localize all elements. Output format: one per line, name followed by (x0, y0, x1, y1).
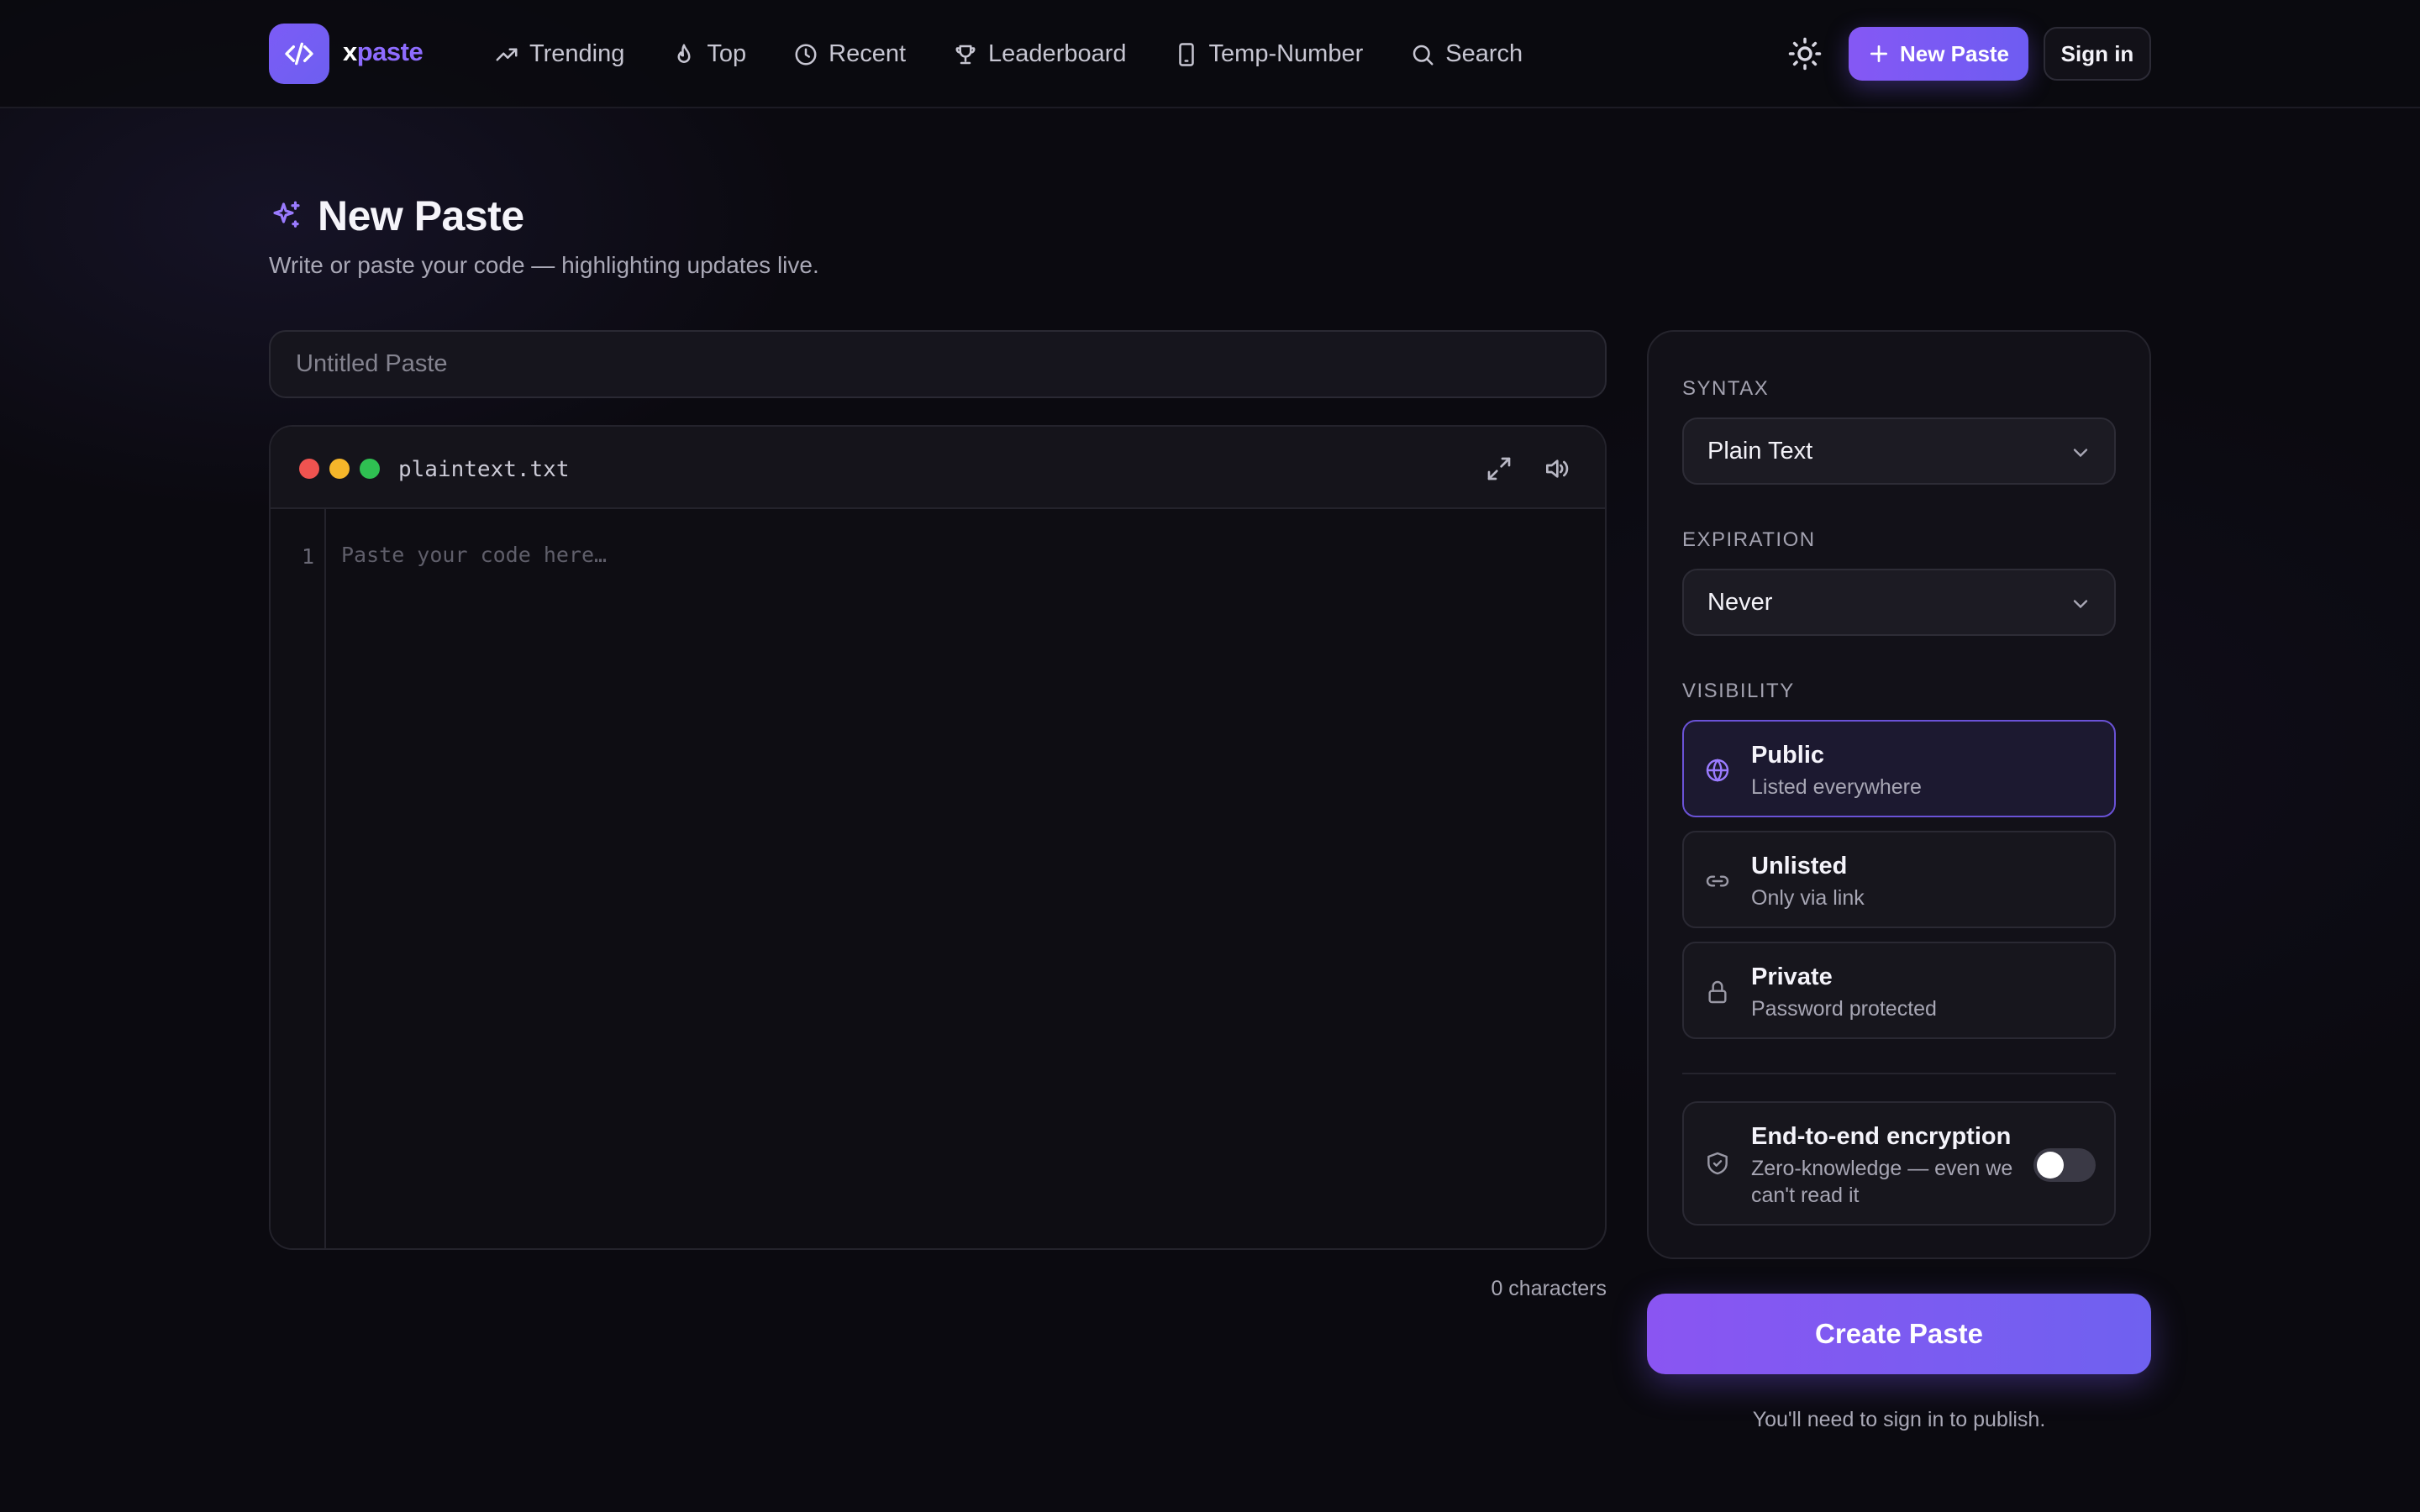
encryption-subtitle: Zero-knowledge — even we can't read it (1751, 1157, 2013, 1207)
line-number: 1 (301, 544, 314, 569)
syntax-value: Plain Text (1707, 437, 1813, 465)
chevron-down-icon (2073, 449, 2088, 458)
create-paste-label: Create Paste (1815, 1318, 1983, 1349)
header-new-paste-button[interactable]: New Paste (1849, 27, 2028, 81)
nav-search-label: Search (1445, 40, 1523, 67)
theme-toggle-button[interactable] (1781, 34, 1828, 74)
expiration-select[interactable]: Never (1682, 569, 2116, 636)
code-editor: plaintext.txt 1 (269, 425, 1607, 1250)
visibility-public-option[interactable]: Public Listed everywhere (1682, 720, 2116, 817)
nav-top[interactable]: Top (671, 40, 746, 68)
line-number-gutter: 1 (271, 509, 326, 1248)
visibility-private-title: Private (1751, 963, 1833, 990)
create-paste-button[interactable]: Create Paste (1647, 1294, 2151, 1374)
code-input[interactable] (341, 543, 1580, 1223)
visibility-private-option[interactable]: Private Password protected (1682, 942, 2116, 1039)
nav-temp-number[interactable]: Temp-Number (1174, 40, 1364, 68)
lock-icon (1708, 980, 1727, 1004)
nav-trending-label: Trending (529, 40, 625, 67)
encryption-toggle[interactable] (2033, 1148, 2096, 1182)
toggle-knob (2037, 1152, 2064, 1179)
nav-leaderboard[interactable]: Leaderboard (953, 40, 1127, 68)
visibility-unlisted-option[interactable]: Unlisted Only via link (1682, 831, 2116, 928)
expiration-label: EXPIRATION (1682, 528, 1816, 551)
main-nav: Trending Top Recent Leaderboard Temp-Num… (494, 0, 1570, 108)
encryption-title: End-to-end encryption (1751, 1123, 2012, 1150)
settings-panel: SYNTAX Plain Text EXPIRATION Never VISIB… (1647, 330, 2151, 1259)
logo-icon[interactable] (269, 24, 329, 84)
brand-prefix: x (343, 37, 357, 66)
sun-icon (1788, 37, 1822, 71)
expand-button[interactable] (1482, 452, 1516, 486)
flame-icon (677, 44, 691, 63)
syntax-label: SYNTAX (1682, 377, 1770, 400)
nav-trending[interactable]: Trending (494, 40, 624, 68)
visibility-public-title: Public (1751, 742, 1825, 769)
top-navbar: xpaste Trending Top Recent Leaderboard T… (0, 0, 2420, 108)
visibility-label: VISIBILITY (1682, 680, 1795, 702)
sign-in-label: Sign in (2060, 40, 2134, 66)
visibility-public-subtitle: Listed everywhere (1751, 775, 1922, 799)
nav-recent-label: Recent (829, 40, 907, 67)
panel-divider (1682, 1073, 2116, 1074)
nav-leaderboard-label: Leaderboard (988, 40, 1127, 67)
expiration-value: Never (1707, 588, 1773, 616)
paste-title-input[interactable] (269, 330, 1607, 398)
nav-top-label: Top (707, 40, 747, 67)
visibility-private-subtitle: Password protected (1751, 997, 1937, 1021)
trophy-icon (955, 45, 976, 64)
expand-icon (1487, 457, 1511, 480)
trending-up-icon (496, 48, 518, 60)
window-dot-red (299, 459, 319, 479)
volume-icon (1546, 459, 1569, 478)
brand-name[interactable]: xpaste (343, 37, 424, 67)
globe-icon (1706, 759, 1729, 782)
page-subtitle: Write or paste your code — highlighting … (269, 252, 819, 278)
visibility-unlisted-subtitle: Only via link (1751, 886, 1865, 910)
sound-button[interactable] (1539, 452, 1573, 486)
chevron-down-icon (2073, 600, 2088, 609)
nav-temp-number-label: Temp-Number (1208, 40, 1364, 67)
editor-header: plaintext.txt (271, 427, 1605, 509)
sparkles-icon (273, 201, 300, 228)
link-icon (1706, 875, 1729, 887)
syntax-select[interactable]: Plain Text (1682, 417, 2116, 485)
nav-recent[interactable]: Recent (793, 40, 906, 68)
shield-check-icon (1707, 1152, 1728, 1175)
sign-in-button[interactable]: Sign in (2044, 27, 2151, 81)
clock-icon (795, 44, 817, 65)
sign-in-note: You'll need to sign in to publish. (1752, 1408, 2046, 1431)
phone-icon (1178, 42, 1194, 66)
page-title: New Paste (318, 192, 524, 239)
brand-suffix: paste (356, 37, 424, 66)
visibility-unlisted-title: Unlisted (1751, 853, 1848, 879)
encryption-option: End-to-end encryption Zero-knowledge — e… (1682, 1101, 2116, 1226)
editor-filename: plaintext.txt (398, 457, 570, 482)
search-icon (1413, 45, 1434, 65)
nav-search[interactable]: Search (1410, 40, 1523, 68)
page-heading: New Paste (269, 192, 524, 240)
window-dot-yellow (329, 459, 350, 479)
header-new-paste-label: New Paste (1899, 40, 2010, 66)
window-dot-green (360, 459, 380, 479)
character-count: 0 characters (1491, 1277, 1607, 1300)
plus-icon (1870, 45, 1887, 63)
